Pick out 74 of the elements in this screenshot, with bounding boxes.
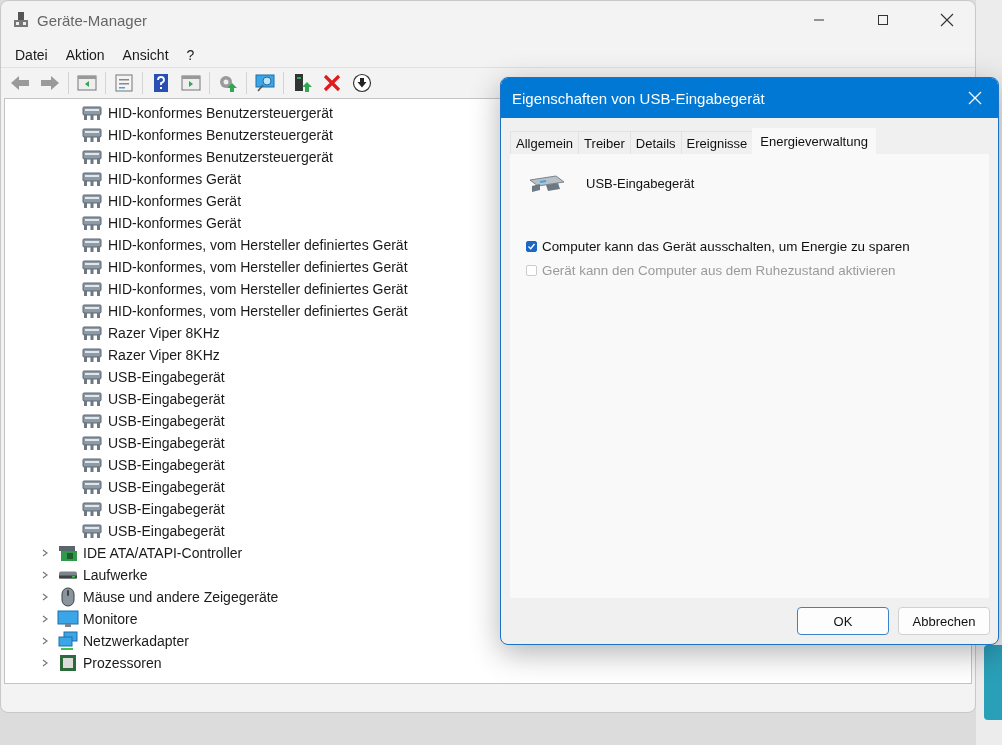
menu-item[interactable]: Ansicht	[113, 46, 178, 63]
device-icon	[82, 435, 102, 451]
tree-item[interactable]: USB-Eingabegerät	[108, 369, 225, 385]
monitor-icon	[57, 610, 79, 628]
mouse-icon	[58, 587, 78, 607]
tree-item[interactable]: HID-konformes Gerät	[108, 215, 242, 231]
tree-item[interactable]: HID-konformes Benutzersteuergerät	[108, 127, 333, 143]
device-name: USB-Eingabegerät	[586, 175, 695, 191]
menu-item[interactable]: ?	[177, 46, 204, 63]
network-icon	[57, 631, 79, 651]
device-icon	[82, 391, 102, 407]
device-icon	[82, 479, 102, 495]
dialog-button[interactable]: Abbrechen	[898, 607, 990, 635]
drive-icon	[58, 571, 78, 579]
device-icon	[82, 105, 102, 121]
device-icon	[82, 325, 102, 341]
expand-chevron-icon[interactable]	[41, 570, 49, 580]
device-icon	[82, 457, 102, 473]
tree-item[interactable]: HID-konformes, vom Hersteller definiertes Gerät	[108, 259, 408, 275]
device-icon	[82, 127, 102, 143]
tree-item[interactable]: HID-konformes, vom Hersteller definiertes Gerät	[108, 303, 408, 319]
tree-item[interactable]: USB-Eingabegerät	[108, 501, 225, 517]
tree-item[interactable]: HID-konformes Gerät	[108, 193, 242, 209]
tree-item[interactable]: Razer Viper 8KHz	[108, 347, 220, 363]
tree-item[interactable]: Mäuse und andere Zeigegeräte	[83, 589, 279, 605]
tree-item[interactable]: USB-Eingabegerät	[108, 479, 225, 495]
device-icon	[82, 523, 102, 539]
menu-item[interactable]: Datei	[6, 46, 57, 63]
tree-item[interactable]: HID-konformes Gerät	[108, 171, 242, 187]
checkbox-label: Computer kann das Gerät ausschalten, um Energie zu sparen	[542, 238, 910, 254]
tree-item[interactable]: Laufwerke	[83, 567, 148, 583]
device-icon	[82, 281, 102, 297]
device-icon	[82, 149, 102, 165]
window-title: Geräte-Manager	[37, 11, 149, 29]
device-icon	[82, 347, 102, 363]
device-icon	[82, 237, 102, 253]
tab[interactable]: Energieverwaltung	[752, 128, 876, 154]
device-icon	[82, 303, 102, 319]
checkbox-label: Gerät kann den Computer aus dem Ruhezustand aktivieren	[542, 262, 896, 278]
expand-chevron-icon[interactable]	[41, 636, 49, 646]
dialog-button[interactable]: OK	[797, 607, 889, 635]
device-icon	[82, 171, 102, 187]
tree-item[interactable]: USB-Eingabegerät	[108, 457, 225, 473]
device-icon	[82, 193, 102, 209]
tree-item[interactable]: USB-Eingabegerät	[108, 435, 225, 451]
tree-item[interactable]: Netzwerkadapter	[83, 633, 189, 649]
tree-item[interactable]: USB-Eingabegerät	[108, 523, 225, 539]
controller-card-icon	[58, 544, 78, 562]
tree-item[interactable]: Razer Viper 8KHz	[108, 325, 220, 341]
checkbox[interactable]	[526, 240, 537, 252]
tree-item[interactable]: HID-konformes Benutzersteuergerät	[108, 105, 333, 121]
tree-item[interactable]: Monitore	[83, 611, 138, 627]
device-icon	[82, 413, 102, 429]
processor-icon	[58, 653, 78, 673]
tree-item[interactable]: IDE ATA/ATAPI-Controller	[83, 545, 243, 561]
tree-item[interactable]: HID-konformes, vom Hersteller definiertes Gerät	[108, 281, 408, 297]
device-icon	[82, 501, 102, 517]
device-manager-icon	[13, 11, 29, 29]
tab[interactable]: Ereignisse	[680, 131, 754, 154]
tab[interactable]: Allgemein	[510, 131, 580, 154]
device-icon	[82, 259, 102, 275]
tree-item[interactable]: USB-Eingabegerät	[108, 391, 225, 407]
device-icon	[82, 215, 102, 231]
menu-item[interactable]: Aktion	[56, 46, 114, 63]
tree-item[interactable]: Prozessoren	[83, 655, 162, 671]
expand-chevron-icon[interactable]	[41, 592, 49, 602]
tree-item[interactable]: USB-Eingabegerät	[108, 413, 225, 429]
expand-chevron-icon[interactable]	[41, 614, 49, 624]
expand-chevron-icon[interactable]	[41, 658, 49, 668]
dialog-title: Eigenschaften von USB-Eingabegerät	[512, 89, 765, 107]
expand-chevron-icon[interactable]	[41, 548, 49, 558]
device-icon	[82, 369, 102, 385]
tree-item[interactable]: HID-konformes Benutzersteuergerät	[108, 149, 333, 165]
tree-item[interactable]: HID-konformes, vom Hersteller definiertes Gerät	[108, 237, 408, 253]
